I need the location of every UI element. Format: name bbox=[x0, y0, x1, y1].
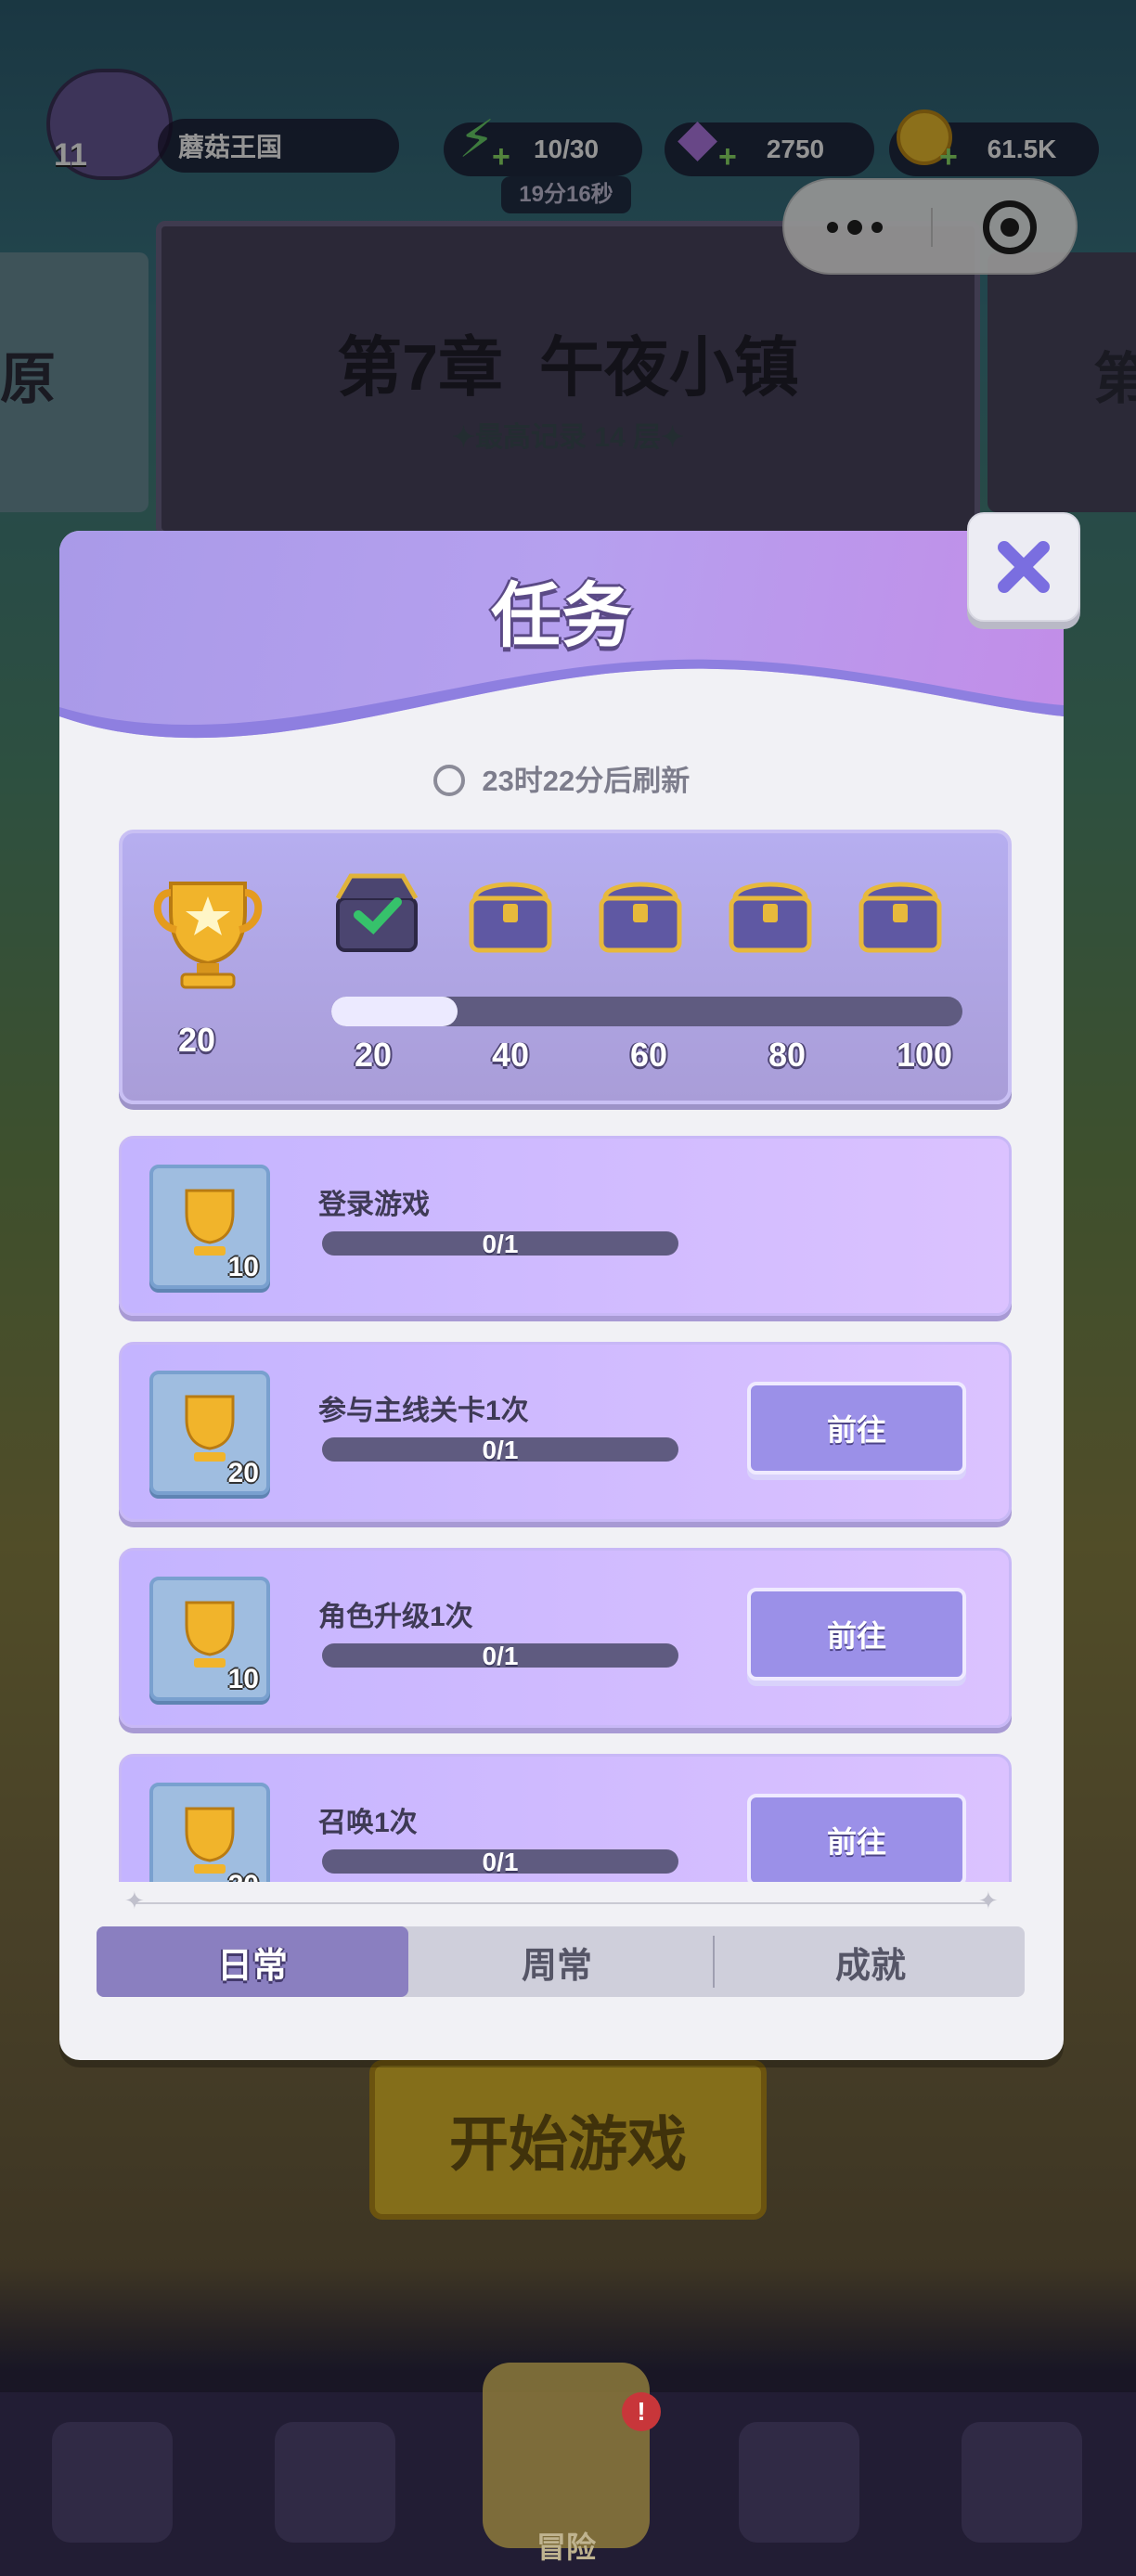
task-card: 10 角色升级1次 0/1 前往 bbox=[119, 1548, 1012, 1728]
modal-title: 任务 bbox=[491, 577, 632, 656]
divider-star-icon: ✦ bbox=[978, 1887, 999, 1915]
close-icon bbox=[998, 541, 1050, 593]
tab-separator bbox=[713, 1936, 715, 1988]
refresh-timer: 23时22分后刷新 bbox=[59, 757, 1064, 799]
go-button[interactable]: 前往 bbox=[747, 1382, 966, 1475]
chest-claimed-icon[interactable] bbox=[332, 870, 421, 956]
task-card: 20 参与主线关卡1次 0/1 前往 bbox=[119, 1342, 1012, 1522]
tab-achievements[interactable]: 成就 bbox=[716, 1926, 1025, 1997]
milestone-label: 40 bbox=[492, 1036, 530, 1074]
chest-40-icon[interactable] bbox=[466, 870, 555, 956]
refresh-text: 23时22分后刷新 bbox=[482, 765, 691, 797]
task-points: 10 bbox=[227, 1664, 259, 1694]
task-progress: 0/1 bbox=[482, 1642, 519, 1670]
divider-star-icon: ✦ bbox=[124, 1887, 145, 1915]
go-button-label: 前往 bbox=[826, 1619, 886, 1653]
points-value: 20 bbox=[178, 1021, 216, 1059]
tab-weekly[interactable]: 周常 bbox=[408, 1926, 705, 1997]
rewards-progress-fill bbox=[331, 997, 458, 1026]
go-button[interactable]: 前往 bbox=[747, 1588, 966, 1681]
task-name: 登录游戏 bbox=[318, 1190, 430, 1220]
list-divider bbox=[134, 1902, 988, 1904]
alert-badge-icon: ! bbox=[622, 2392, 661, 2431]
hero-nav-icon[interactable] bbox=[275, 2422, 395, 2543]
task-modal: 任务 23时22分后刷新 20 20 40 60 80 100 10 登录游戏 … bbox=[59, 531, 1064, 2060]
modal-header: 任务 bbox=[59, 531, 1064, 772]
task-progress: 0/1 bbox=[482, 1436, 519, 1464]
cards-nav-icon[interactable] bbox=[52, 2422, 173, 2543]
guild-nav-icon[interactable] bbox=[962, 2422, 1082, 2543]
chest-100-icon[interactable] bbox=[856, 870, 945, 956]
close-button[interactable] bbox=[967, 512, 1080, 622]
milestone-label: 100 bbox=[897, 1036, 953, 1074]
shop-nav-icon[interactable] bbox=[739, 2422, 859, 2543]
trophy-reward-icon: 20 bbox=[149, 1783, 270, 1882]
milestone-label: 60 bbox=[630, 1036, 668, 1074]
adventure-nav-label: 冒险 bbox=[536, 2531, 596, 2564]
task-list[interactable]: 10 登录游戏 0/1 20 参与主线关卡1次 0/1 前往 10 角色升级1次… bbox=[59, 1136, 1064, 1882]
chest-60-icon[interactable] bbox=[596, 870, 685, 956]
adventure-nav-icon[interactable] bbox=[483, 2363, 650, 2548]
task-card: 20 召唤1次 0/1 前往 bbox=[119, 1754, 1012, 1882]
rewards-panel: 20 20 40 60 80 100 bbox=[119, 830, 1012, 1104]
task-name: 召唤1次 bbox=[318, 1808, 418, 1838]
go-button-label: 前往 bbox=[826, 1413, 886, 1447]
task-card: 10 登录游戏 0/1 bbox=[119, 1136, 1012, 1316]
milestone-label: 80 bbox=[768, 1036, 807, 1074]
task-progress: 0/1 bbox=[482, 1848, 519, 1876]
task-name: 角色升级1次 bbox=[318, 1602, 473, 1632]
task-name: 参与主线关卡1次 bbox=[318, 1396, 529, 1426]
go-button-label: 前往 bbox=[826, 1825, 886, 1859]
tab-bar: 日常 周常 成就 bbox=[97, 1926, 1025, 1997]
task-points: 20 bbox=[227, 1458, 259, 1488]
task-progress: 0/1 bbox=[482, 1230, 519, 1258]
trophy-icon bbox=[153, 882, 263, 989]
go-button[interactable]: 前往 bbox=[747, 1794, 966, 1882]
trophy-reward-icon: 10 bbox=[149, 1165, 270, 1289]
trophy-reward-icon: 20 bbox=[149, 1371, 270, 1495]
tab-daily[interactable]: 日常 bbox=[97, 1926, 408, 1997]
task-points: 10 bbox=[227, 1252, 259, 1282]
clock-icon bbox=[432, 764, 465, 796]
trophy-reward-icon: 10 bbox=[149, 1577, 270, 1701]
milestone-label: 20 bbox=[355, 1036, 393, 1074]
rewards-progress-bar bbox=[331, 997, 962, 1026]
task-points: 20 bbox=[228, 1870, 259, 1882]
chest-80-icon[interactable] bbox=[726, 870, 815, 956]
